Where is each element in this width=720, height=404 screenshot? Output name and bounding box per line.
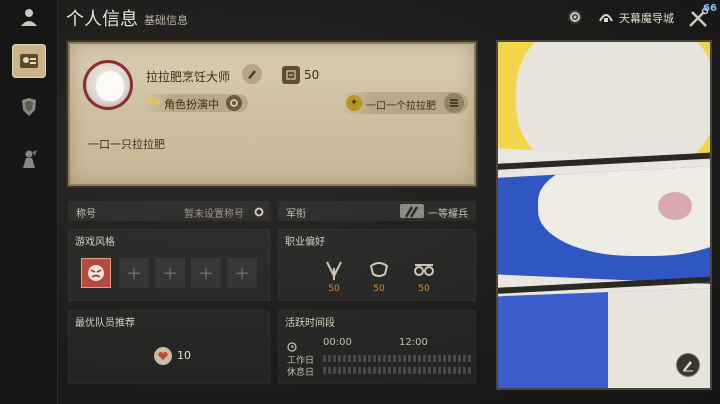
roleplay-status-text: 角色扮演中 bbox=[164, 98, 219, 111]
job-pref-panel: 职业偏好 50 50 50 bbox=[278, 229, 476, 301]
left-rail bbox=[0, 0, 58, 404]
portrait-panel-3 bbox=[498, 288, 710, 388]
edit-portrait-button[interactable] bbox=[676, 353, 700, 377]
play-style-slot-3[interactable]: + bbox=[155, 258, 185, 288]
bio-text: 一口一只拉拉肥 bbox=[88, 138, 165, 151]
dps-role-icon[interactable] bbox=[412, 258, 436, 286]
edit-name-button[interactable] bbox=[242, 64, 262, 84]
active-time-panel: 活跃时间段 00:00 12:00 工作日 休息日 bbox=[278, 310, 476, 384]
character-portrait bbox=[496, 40, 712, 390]
title-label: 称号 bbox=[76, 209, 96, 220]
play-style-slot-1[interactable] bbox=[81, 258, 111, 288]
location-icon bbox=[598, 9, 614, 25]
angry-face-icon bbox=[88, 265, 104, 281]
play-style-slot-5[interactable]: + bbox=[227, 258, 257, 288]
character-icon bbox=[23, 150, 37, 168]
armor-icon bbox=[22, 98, 36, 116]
rank-label: 军衔 bbox=[286, 209, 306, 220]
time-mid: 12:00 bbox=[399, 337, 428, 348]
best-party-label: 最优队员推荐 bbox=[75, 318, 135, 329]
job-pref-label: 职业偏好 bbox=[285, 237, 325, 248]
best-party-value: 10 bbox=[177, 349, 191, 362]
rail-tab-character[interactable] bbox=[12, 142, 46, 176]
title-settings-gear-icon[interactable] bbox=[252, 204, 266, 218]
list-icon bbox=[450, 99, 458, 107]
rail-tab-gear[interactable] bbox=[12, 90, 46, 124]
team-name: 一口一个拉拉肥 bbox=[366, 101, 436, 112]
play-style-label: 游戏风格 bbox=[75, 237, 115, 248]
gear-icon bbox=[230, 99, 238, 107]
healer-value: 50 bbox=[373, 284, 385, 294]
rail-tab-profile[interactable] bbox=[12, 44, 46, 78]
pen-icon bbox=[683, 361, 693, 372]
level-icon bbox=[282, 66, 300, 84]
player-name: 拉拉肥烹饪大师 bbox=[146, 70, 231, 84]
tank-role-icon[interactable] bbox=[322, 258, 346, 286]
header: 个人信息 基础信息 天幕魔导城 66 bbox=[58, 0, 720, 34]
profile-card: 拉拉肥烹饪大师 50 Rp 角色扮演中 ✦ 一口一个拉拉肥 一口一只拉拉肥 bbox=[68, 42, 476, 186]
tank-value: 50 bbox=[328, 284, 340, 294]
holiday-label: 休息日 bbox=[287, 368, 315, 378]
play-style-panel: 游戏风格 + + + + bbox=[68, 229, 270, 301]
rp-badge: Rp bbox=[146, 96, 161, 107]
panel-divider-1 bbox=[498, 151, 710, 171]
clock-icon bbox=[287, 337, 297, 352]
title-value: 暂未设置称号 bbox=[184, 209, 244, 220]
time-start: 00:00 bbox=[323, 337, 352, 348]
holiday-timeline bbox=[323, 367, 471, 374]
team-list-button[interactable] bbox=[444, 93, 464, 113]
portrait-panel-2 bbox=[498, 166, 710, 284]
page-title: 个人信息 bbox=[66, 9, 138, 30]
play-style-slot-2[interactable]: + bbox=[119, 258, 149, 288]
rank-row[interactable]: 军衔 一等耀兵 bbox=[278, 201, 476, 221]
portrait-panel-1 bbox=[498, 42, 710, 160]
rank-value: 一等耀兵 bbox=[428, 209, 468, 220]
profile-emblem-icon[interactable] bbox=[18, 6, 40, 28]
title-row[interactable]: 称号 暂未设置称号 bbox=[68, 201, 270, 221]
healer-role-icon[interactable] bbox=[367, 258, 391, 286]
page-subtitle: 基础信息 bbox=[144, 14, 188, 27]
location-name: 天幕魔导城 bbox=[619, 12, 674, 25]
pen-icon bbox=[248, 70, 256, 79]
level-value: 50 bbox=[304, 68, 320, 82]
heart-icon bbox=[154, 347, 172, 365]
best-party-panel: 最优队员推荐 bbox=[68, 310, 270, 384]
roleplay-settings-button[interactable] bbox=[226, 95, 242, 111]
play-style-slot-4[interactable]: + bbox=[191, 258, 221, 288]
team-emblem-icon: ✦ bbox=[346, 95, 362, 111]
workday-timeline bbox=[323, 355, 471, 362]
settings-gear-icon[interactable] bbox=[566, 8, 584, 26]
active-time-label: 活跃时间段 bbox=[285, 318, 335, 329]
dps-value: 50 bbox=[418, 284, 430, 294]
id-card-icon bbox=[20, 54, 38, 68]
tools-badge: 66 bbox=[703, 3, 717, 14]
avatar[interactable] bbox=[83, 60, 133, 110]
rank-insignia-icon bbox=[400, 204, 424, 218]
